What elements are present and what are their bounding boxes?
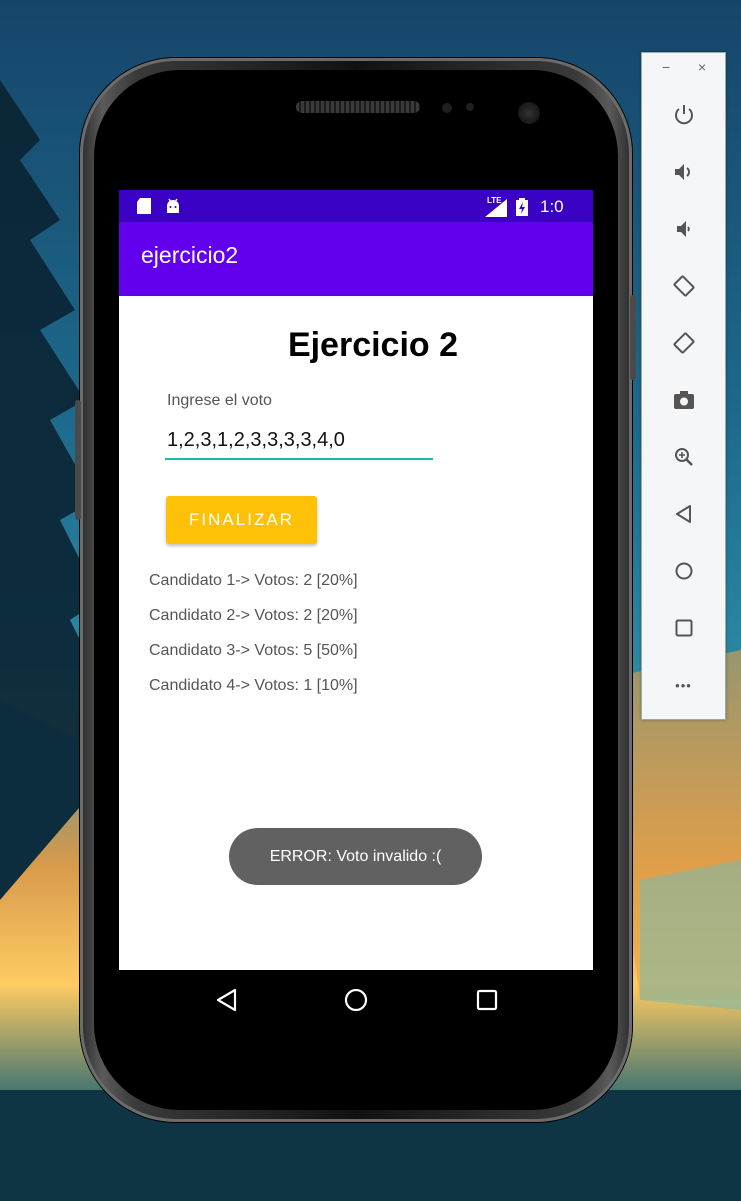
app-bar: ejercicio2 — [119, 222, 593, 296]
front-camera — [518, 102, 540, 124]
light-sensor — [466, 103, 474, 111]
window-controls: − × — [642, 59, 725, 81]
overview-icon[interactable] — [475, 988, 499, 1012]
result-row: Candidato 4-> Votos: 1 [10%] — [149, 677, 358, 694]
more-icon: ••• — [675, 677, 692, 693]
zoom-button[interactable] — [642, 437, 725, 477]
power-button[interactable] — [642, 95, 725, 135]
volume-up-button[interactable] — [642, 152, 725, 192]
close-button[interactable]: × — [698, 59, 706, 75]
zoom-icon — [674, 448, 693, 466]
sd-card-icon — [137, 198, 151, 214]
finalizar-button[interactable]: FINALIZAR — [166, 496, 317, 544]
rotate-left-icon — [673, 275, 694, 297]
back-icon[interactable] — [215, 988, 239, 1012]
rotate-left-button[interactable] — [642, 266, 725, 306]
volume-down-button[interactable] — [642, 209, 725, 249]
emulator-toolbar: − × ••• — [641, 52, 726, 720]
page-title: Ejercicio 2 — [287, 326, 459, 364]
error-toast: ERROR: Voto invalido :( — [229, 828, 482, 885]
minimize-button[interactable]: − — [662, 59, 670, 75]
app-title: ejercicio2 — [141, 242, 239, 268]
overview-icon — [675, 619, 692, 637]
volume-down-icon — [676, 221, 690, 237]
emu-home-button[interactable] — [642, 551, 725, 591]
emu-overview-button[interactable] — [642, 608, 725, 648]
android-debug-icon — [167, 198, 179, 213]
vote-input-label: Ingrese el voto — [167, 392, 272, 409]
result-row: Candidato 3-> Votos: 5 [50%] — [149, 642, 358, 659]
rotate-right-icon — [673, 332, 694, 354]
camera-icon — [673, 391, 694, 409]
emu-back-button[interactable] — [642, 494, 725, 534]
battery-icon — [516, 198, 528, 216]
volume-up-icon — [674, 164, 690, 180]
back-icon — [675, 505, 691, 523]
home-icon[interactable] — [343, 987, 369, 1013]
power-icon — [674, 105, 693, 125]
volume-side-button[interactable] — [75, 400, 81, 520]
vote-input[interactable] — [165, 426, 433, 460]
screenshot-button[interactable] — [642, 380, 725, 420]
clock: 1:0 — [540, 197, 564, 216]
home-icon — [675, 562, 692, 580]
navigation-bar — [119, 970, 593, 1032]
signal-icon — [485, 199, 507, 217]
power-side-button[interactable] — [630, 295, 636, 380]
proximity-sensor — [442, 103, 452, 113]
result-row: Candidato 1-> Votos: 2 [20%] — [149, 572, 358, 589]
device-screen: LTE 1:0 ejercicio2 Ejercicio 2 Ingrese e… — [119, 190, 593, 1032]
speaker-grille — [296, 101, 420, 113]
result-row: Candidato 2-> Votos: 2 [20%] — [149, 607, 358, 624]
status-bar: LTE 1:0 — [119, 190, 593, 222]
more-button[interactable]: ••• — [642, 665, 725, 705]
rotate-right-button[interactable] — [642, 323, 725, 363]
